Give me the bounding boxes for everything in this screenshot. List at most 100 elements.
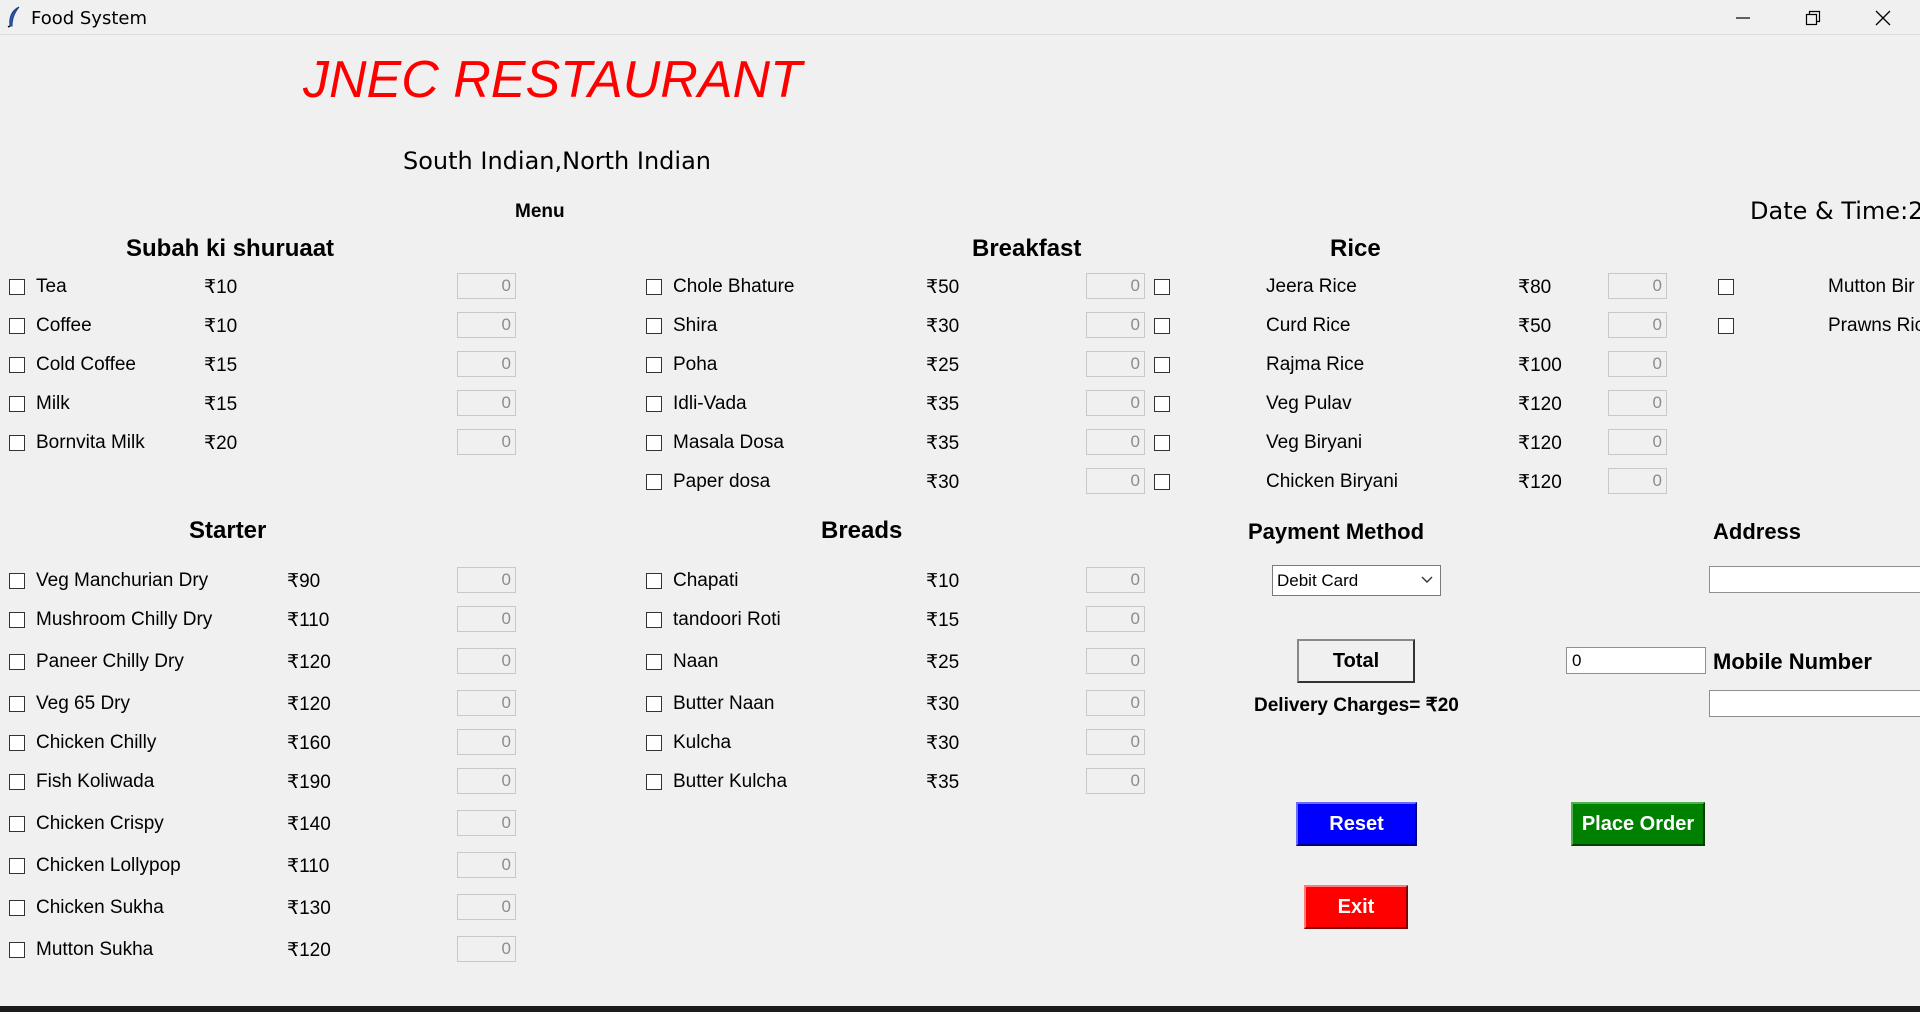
- close-button[interactable]: [1848, 0, 1918, 35]
- item-price: ₹110: [287, 856, 330, 877]
- quantity-field[interactable]: 0: [1086, 729, 1145, 755]
- checkbox[interactable]: [9, 318, 25, 334]
- minimize-button[interactable]: [1708, 0, 1778, 35]
- checkbox[interactable]: [1154, 279, 1170, 295]
- quantity-field[interactable]: 0: [1086, 351, 1145, 377]
- item-name: Rajma Rice: [1266, 354, 1365, 375]
- quantity-field[interactable]: 0: [1608, 351, 1667, 377]
- checkbox[interactable]: [646, 474, 662, 490]
- checkbox[interactable]: [646, 696, 662, 712]
- item-name: Poha: [673, 354, 718, 375]
- checkbox[interactable]: [1154, 396, 1170, 412]
- checkbox[interactable]: [646, 318, 662, 334]
- quantity-field[interactable]: 0: [457, 894, 516, 920]
- restore-button[interactable]: [1778, 0, 1848, 35]
- mobile-number-label: Mobile Number: [1713, 649, 1872, 674]
- item-name: Veg Biryani: [1266, 432, 1363, 453]
- checkbox[interactable]: [646, 573, 662, 589]
- quantity-field[interactable]: 0: [1086, 606, 1145, 632]
- quantity-field[interactable]: 0: [1608, 468, 1667, 494]
- quantity-field[interactable]: 0: [457, 690, 516, 716]
- item-price: ₹10: [926, 571, 960, 592]
- quantity-field[interactable]: 0: [457, 312, 516, 338]
- quantity-field[interactable]: 0: [457, 648, 516, 674]
- quantity-field[interactable]: 0: [457, 810, 516, 836]
- item-name: Cold Coffee: [36, 354, 136, 375]
- item-price: ₹100: [1518, 355, 1562, 376]
- checkbox[interactable]: [9, 858, 25, 874]
- exit-button[interactable]: Exit: [1304, 885, 1408, 929]
- checkbox[interactable]: [1154, 357, 1170, 373]
- place-order-button[interactable]: Place Order: [1571, 802, 1705, 846]
- mobile-number-field[interactable]: [1709, 690, 1920, 717]
- item-name: Veg Manchurian Dry: [36, 570, 209, 591]
- minimize-icon: [1736, 16, 1750, 19]
- quantity-field[interactable]: 0: [457, 351, 516, 377]
- payment-method-select[interactable]: Debit Card: [1272, 565, 1441, 596]
- item-price: ₹50: [1518, 316, 1552, 337]
- checkbox[interactable]: [646, 396, 662, 412]
- quantity-field[interactable]: 0: [1086, 390, 1145, 416]
- quantity-field[interactable]: 0: [1086, 768, 1145, 794]
- checkbox[interactable]: [646, 279, 662, 295]
- quantity-field[interactable]: 0: [1086, 312, 1145, 338]
- quantity-field[interactable]: 0: [457, 729, 516, 755]
- checkbox[interactable]: [9, 735, 25, 751]
- checkbox[interactable]: [9, 654, 25, 670]
- quantity-field[interactable]: 0: [1086, 690, 1145, 716]
- quantity-field[interactable]: 0: [457, 273, 516, 299]
- checkbox[interactable]: [646, 774, 662, 790]
- quantity-field[interactable]: 0: [1086, 468, 1145, 494]
- quantity-field[interactable]: 0: [1608, 429, 1667, 455]
- checkbox[interactable]: [9, 435, 25, 451]
- quantity-field[interactable]: 0: [1608, 390, 1667, 416]
- section-starter: Starter: [189, 517, 267, 544]
- item-name: Kulcha: [673, 732, 732, 753]
- checkbox[interactable]: [1154, 474, 1170, 490]
- quantity-field[interactable]: 0: [457, 768, 516, 794]
- quantity-field[interactable]: 0: [457, 606, 516, 632]
- checkbox[interactable]: [9, 279, 25, 295]
- quantity-field[interactable]: 0: [1086, 567, 1145, 593]
- item-price: ₹35: [926, 772, 960, 793]
- reset-button[interactable]: Reset: [1296, 802, 1417, 846]
- item-price: ₹30: [926, 733, 960, 754]
- total-button[interactable]: Total: [1297, 639, 1415, 683]
- checkbox[interactable]: [646, 612, 662, 628]
- quantity-field[interactable]: 0: [457, 390, 516, 416]
- quantity-field[interactable]: 0: [457, 567, 516, 593]
- checkbox[interactable]: [9, 612, 25, 628]
- checkbox[interactable]: [9, 942, 25, 958]
- date-time-label: Date & Time:20: [1750, 197, 1920, 225]
- checkbox[interactable]: [9, 396, 25, 412]
- checkbox[interactable]: [646, 735, 662, 751]
- checkbox[interactable]: [9, 900, 25, 916]
- address-field[interactable]: [1709, 566, 1920, 593]
- quantity-field[interactable]: 0: [457, 852, 516, 878]
- item-name: Chicken Biryani: [1266, 471, 1398, 492]
- section-breakfast: Breakfast: [972, 235, 1082, 262]
- checkbox[interactable]: [646, 654, 662, 670]
- checkbox[interactable]: [1718, 279, 1734, 295]
- checkbox[interactable]: [9, 816, 25, 832]
- item-name: Fish Koliwada: [36, 771, 155, 792]
- quantity-field[interactable]: 0: [457, 429, 516, 455]
- checkbox[interactable]: [1718, 318, 1734, 334]
- item-price: ₹30: [926, 316, 960, 337]
- section-subah: Subah ki shuruaat: [126, 235, 335, 262]
- quantity-field[interactable]: 0: [1608, 312, 1667, 338]
- checkbox[interactable]: [1154, 318, 1170, 334]
- quantity-field[interactable]: 0: [1086, 429, 1145, 455]
- checkbox[interactable]: [9, 696, 25, 712]
- checkbox[interactable]: [646, 357, 662, 373]
- checkbox[interactable]: [9, 774, 25, 790]
- checkbox[interactable]: [646, 435, 662, 451]
- quantity-field[interactable]: 0: [1608, 273, 1667, 299]
- checkbox[interactable]: [1154, 435, 1170, 451]
- total-field[interactable]: 0: [1566, 647, 1706, 674]
- checkbox[interactable]: [9, 357, 25, 373]
- quantity-field[interactable]: 0: [1086, 648, 1145, 674]
- quantity-field[interactable]: 0: [457, 936, 516, 962]
- checkbox[interactable]: [9, 573, 25, 589]
- quantity-field[interactable]: 0: [1086, 273, 1145, 299]
